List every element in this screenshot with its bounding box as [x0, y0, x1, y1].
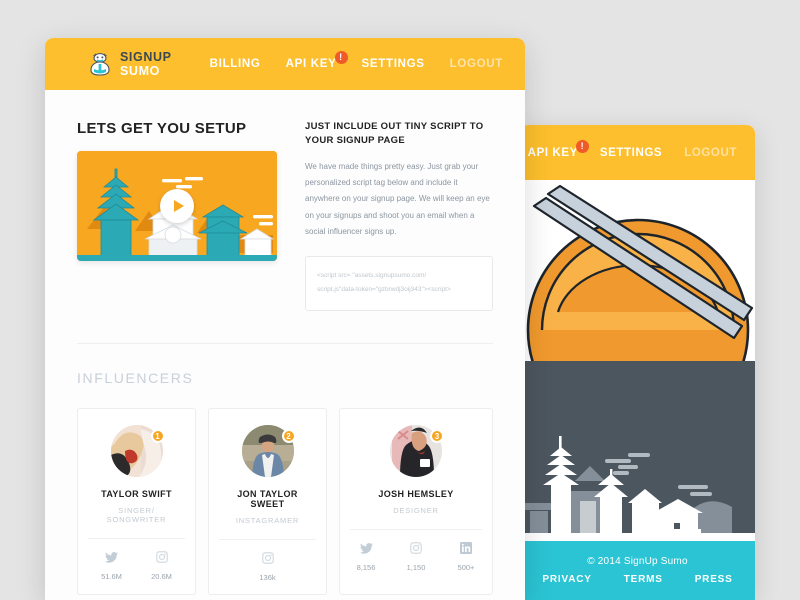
nav-item-settings-label: SETTINGS: [361, 58, 425, 70]
script-section-title: JUST INCLUDE OUT TINY SCRIPT TO YOUR SIG…: [305, 121, 484, 146]
nav-item-settings[interactable]: SETTINGS: [362, 58, 425, 70]
rank-badge: 1: [150, 429, 165, 444]
alert-badge-icon: !: [334, 51, 348, 64]
brand-logo[interactable]: SIGNUP SUMO: [87, 51, 172, 77]
script-snippet-box[interactable]: <script src= "assets.signupsumo.com/ scr…: [305, 256, 493, 312]
twitter-icon: [96, 550, 128, 564]
script-snippet-line2: script.js"data-token="gzbrwdj3oij343"><s…: [317, 286, 451, 294]
play-button[interactable]: [160, 189, 194, 223]
preview-nav-logout[interactable]: LOGOUT: [684, 147, 737, 159]
preview-nav-settings[interactable]: SETTINGS: [600, 147, 662, 159]
instagram-icon: [252, 551, 284, 565]
setup-right-column: JUST INCLUDE OUT TINY SCRIPT TO YOUR SIG…: [305, 120, 493, 312]
alert-badge-icon: !: [575, 139, 589, 153]
influencer-card[interactable]: 1 TAYLOR SWIFT SINGER/ SONGWRITER 51.6M: [77, 408, 196, 596]
footer-link-privacy[interactable]: PRIVACY: [542, 574, 591, 585]
nav-item-logout[interactable]: LOGOUT: [450, 58, 503, 70]
influencer-name: TAYLOR SWIFT: [101, 489, 172, 500]
linkedin-icon: [450, 541, 482, 555]
script-snippet-line1: <script src= "assets.signupsumo.com/: [317, 272, 427, 280]
sumo-wrestler-logo-icon: [90, 53, 110, 76]
avatar-wrapper: 2: [241, 425, 296, 478]
footer-link-terms[interactable]: TERMS: [624, 574, 663, 585]
brand-name-line1: SIGNUP: [120, 50, 172, 64]
pagoda-skyline-illustration: [520, 361, 755, 541]
influencer-card[interactable]: 2 JON TAYLOR SWEET INSTAGRAMER 136k: [208, 408, 327, 596]
influencer-cards: 1 TAYLOR SWIFT SINGER/ SONGWRITER 51.6M: [77, 408, 493, 596]
intro-video-thumbnail[interactable]: [77, 151, 277, 261]
brand-logo-text: SIGNUP SUMO: [120, 51, 172, 77]
stat-twitter[interactable]: 8,156: [350, 541, 382, 572]
setup-section: LETS GET YOU SETUP JUST INCLUDE OUT TINY…: [77, 90, 493, 345]
brand-name-line2: SUMO: [120, 63, 160, 78]
influencer-stats: 8,156 1,150 500+: [350, 529, 482, 584]
influencer-name: JOSH HEMSLEY: [378, 489, 454, 500]
nav-item-billing[interactable]: BILLING: [210, 58, 261, 70]
stat-value: 20.6M: [151, 572, 172, 582]
influencer-name: JON TAYLOR SWEET: [237, 489, 298, 510]
rank-badge: 3: [430, 429, 444, 444]
footer-link-press[interactable]: PRESS: [695, 574, 733, 585]
setup-left-column: LETS GET YOU SETUP: [77, 120, 277, 311]
influencer-role: SINGER/ SONGWRITER: [106, 506, 167, 525]
stat-value: 51.6M: [101, 572, 122, 582]
stat-value: 8,156: [356, 563, 376, 573]
copyright-text: © 2014 SignUp Sumo: [587, 556, 688, 567]
play-icon: [173, 200, 184, 212]
nav-item-api-key[interactable]: API KEY !: [285, 51, 348, 70]
preview-topbar: API KEY ! SETTINGS LOGOUT: [520, 125, 755, 180]
preview-nav-api-key-label: API KEY: [527, 146, 578, 159]
footer-links: PRIVACY TERMS PRESS: [542, 574, 732, 585]
nav-item-api-key-label: API KEY: [285, 58, 337, 70]
influencer-stats: 51.6M 20.6M: [88, 538, 185, 593]
main-navigation: BILLING API KEY ! SETTINGS LOGOUT: [210, 51, 503, 70]
preview-nav-api-key[interactable]: API KEY !: [527, 139, 589, 159]
rank-badge: 2: [281, 429, 296, 444]
app-topbar: SIGNUP SUMO BILLING API KEY ! SETTINGS L…: [45, 38, 525, 90]
stat-instagram[interactable]: 136k: [252, 551, 284, 582]
stat-instagram[interactable]: 1,150: [400, 541, 432, 572]
stat-linkedin[interactable]: 500+: [450, 541, 482, 572]
stat-value: 136k: [259, 573, 276, 583]
influencer-stats: 136k: [219, 539, 316, 594]
screenshot-stage: API KEY ! SETTINGS LOGOUT © 2014 SignUp …: [0, 0, 800, 600]
nav-item-billing-label: BILLING: [209, 58, 261, 70]
preview-nav-logout-label: LOGOUT: [684, 146, 737, 159]
ramen-bowl-illustration: [520, 180, 755, 361]
instagram-icon: [400, 541, 432, 555]
preview-panel: API KEY ! SETTINGS LOGOUT © 2014 SignUp …: [520, 125, 755, 600]
script-section-body: We have made things pretty easy. Just gr…: [305, 161, 490, 237]
stat-value: 500+: [457, 563, 475, 573]
app-content: LETS GET YOU SETUP JUST INCLUDE OUT TINY…: [45, 90, 525, 600]
app-window: SIGNUP SUMO BILLING API KEY ! SETTINGS L…: [45, 38, 525, 600]
influencers-section: INFLUENCERS 1 TAYLOR SWIFT SINGER/ SONGW…: [77, 344, 493, 600]
influencer-card[interactable]: 3 JOSH HEMSLEY DESIGNER 8,156 1,150 500+: [339, 408, 493, 596]
stat-value: 1,150: [406, 563, 426, 573]
avatar-wrapper: 3: [390, 425, 444, 478]
stat-twitter[interactable]: 51.6M: [96, 550, 128, 581]
influencer-role: DESIGNER: [393, 506, 439, 516]
page-title: LETS GET YOU SETUP: [77, 120, 247, 137]
nav-item-logout-label: LOGOUT: [449, 58, 503, 70]
avatar-wrapper: 1: [110, 425, 165, 478]
influencers-heading: INFLUENCERS: [77, 370, 194, 387]
preview-nav-settings-label: SETTINGS: [599, 146, 663, 159]
twitter-icon: [350, 541, 382, 555]
instagram-icon: [146, 550, 178, 564]
influencer-role: INSTAGRAMER: [235, 516, 300, 526]
stat-instagram[interactable]: 20.6M: [146, 550, 178, 581]
preview-footer: © 2014 SignUp Sumo PRIVACY TERMS PRESS: [520, 541, 755, 600]
